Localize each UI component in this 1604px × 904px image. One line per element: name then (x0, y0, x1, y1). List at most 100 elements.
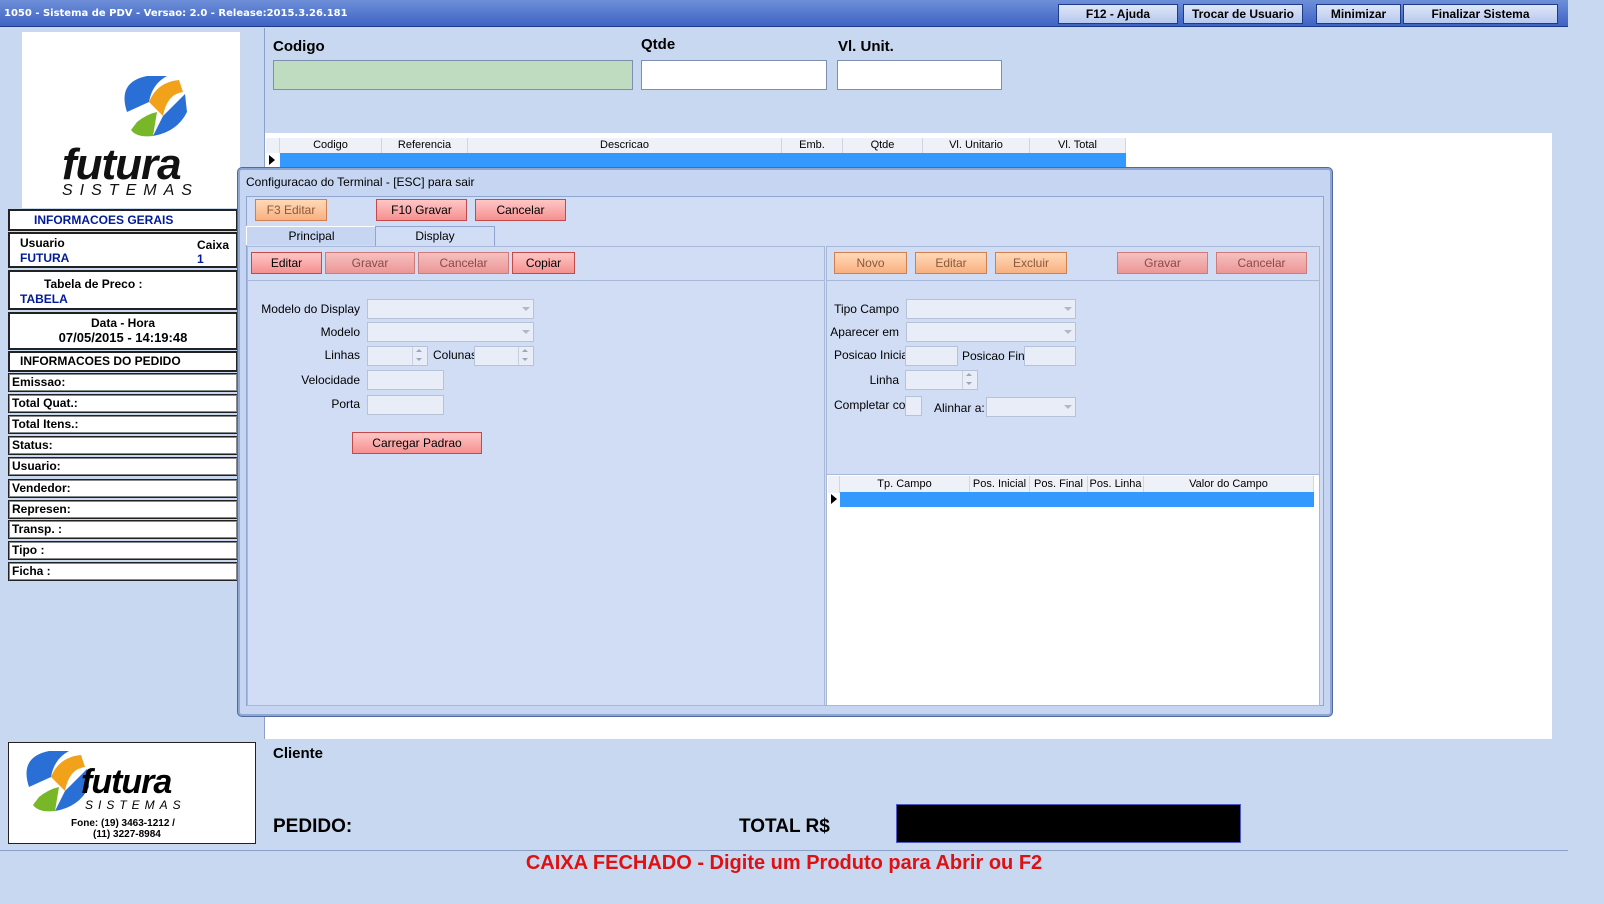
chevron-down-icon (1064, 405, 1072, 409)
fields-grid-header-valor[interactable]: Valor do Campo (1144, 476, 1314, 493)
grid-header-codigo[interactable]: Codigo (280, 138, 382, 153)
caixa-label: Caixa (197, 238, 230, 252)
logo-subtext: SISTEMAS (62, 182, 199, 199)
align-select[interactable] (986, 397, 1076, 417)
status-message: CAIXA FECHADO - Digite um Produto para A… (525, 852, 1043, 874)
spin-arrows-icon[interactable] (412, 347, 427, 365)
app-title: 1050 - Sistema de PDV - Versao: 2.0 - Re… (4, 8, 348, 19)
futura-footer-logo-icon (26, 751, 89, 812)
lines-label: Linhas (324, 348, 360, 362)
codigo-label: Codigo (273, 38, 325, 55)
footer-logo-subtext: SISTEMAS (85, 798, 186, 812)
display-copy-button[interactable]: Copiar (512, 252, 575, 274)
tab-principal[interactable]: Principal (246, 226, 376, 245)
start-pos-input[interactable] (905, 346, 958, 366)
vlunit-input[interactable] (837, 60, 1002, 90)
model-select[interactable] (367, 322, 534, 342)
total-value (896, 804, 1241, 843)
order-info-title: INFORMACOES DO PEDIDO (20, 354, 181, 368)
load-default-button[interactable]: Carregar Padrao (352, 432, 482, 454)
general-info-title: INFORMACOES GERAIS (34, 213, 174, 227)
display-edit-button[interactable]: Editar (251, 252, 322, 274)
appear-in-label: Aparecer em (830, 325, 899, 339)
fields-grid-header-pos-linha[interactable]: Pos. Linha (1088, 476, 1144, 493)
grid-header-vl-unitario[interactable]: Vl. Unitario (923, 138, 1030, 153)
order-row-usuario: Usuario: (8, 457, 238, 476)
fields-grid-selected-row[interactable] (840, 492, 1314, 507)
logo-box: futura SISTEMAS (22, 32, 240, 208)
pedido-label: PEDIDO: (273, 816, 353, 837)
speed-label: Velocidade (301, 373, 360, 387)
tab-display[interactable]: Display (375, 226, 495, 246)
f3-edit-button[interactable]: F3 Editar (255, 199, 327, 221)
fields-grid-header-tp-campo[interactable]: Tp. Campo (840, 476, 970, 493)
f10-save-button[interactable]: F10 Gravar (376, 199, 467, 221)
port-input[interactable] (367, 395, 444, 415)
chevron-down-icon (522, 330, 530, 334)
field-delete-button[interactable]: Excluir (995, 252, 1067, 274)
user-box: Usuario FUTURA Caixa 1 (8, 232, 238, 268)
field-type-select[interactable] (906, 299, 1076, 319)
line-label: Linha (869, 373, 899, 387)
chevron-down-icon (522, 307, 530, 311)
grid-header-emb[interactable]: Emb. (782, 138, 843, 153)
fields-grid-header-pos-inicial[interactable]: Pos. Inicial (970, 476, 1030, 493)
field-type-label: Tipo Campo (834, 302, 899, 316)
footer-phone-1: Fone: (19) 3463-1212 / (71, 818, 175, 829)
row-pointer-icon (831, 494, 837, 504)
complete-with-input[interactable] (905, 396, 922, 416)
order-row-transp: Transp. : (8, 520, 238, 539)
spin-arrows-icon[interactable] (518, 347, 533, 365)
port-label: Porta (331, 397, 360, 411)
dialog-title: Configuracao do Terminal - [ESC] para sa… (246, 175, 475, 189)
price-table-box: Tabela de Preco : TABELA (8, 270, 238, 310)
exit-button[interactable]: Finalizar Sistema (1403, 4, 1558, 24)
display-save-button[interactable]: Gravar (325, 252, 415, 274)
field-cancel-button[interactable]: Cancelar (1216, 252, 1307, 274)
speed-input[interactable] (367, 370, 444, 390)
vlunit-label: Vl. Unit. (838, 38, 894, 55)
general-info-header: INFORMACOES GERAIS (8, 209, 238, 231)
appear-in-select[interactable] (906, 322, 1076, 342)
fields-grid-header-pos-final[interactable]: Pos. Final (1030, 476, 1088, 493)
field-save-button[interactable]: Gravar (1117, 252, 1208, 274)
complete-with-label: Completar com (834, 398, 916, 412)
footer-logo-box: futura SISTEMAS Fone: (19) 3463-1212 / (… (8, 742, 256, 844)
grid-header-referencia[interactable]: Referencia (382, 138, 468, 153)
cliente-label: Cliente (273, 745, 324, 762)
line-stepper[interactable] (905, 370, 978, 390)
end-pos-input[interactable] (1024, 346, 1076, 366)
grid-header-vl-total[interactable]: Vl. Total (1030, 138, 1126, 153)
align-label: Alinhar a: (934, 401, 985, 415)
order-row-tipo: Tipo : (8, 541, 238, 560)
spin-arrows-icon[interactable] (962, 371, 977, 389)
order-row-emissao: Emissao: (8, 373, 238, 392)
columns-stepper[interactable] (474, 346, 534, 366)
user-value: FUTURA (20, 251, 70, 265)
datetime-label: Data - Hora (90, 316, 155, 330)
grid-header-qtde[interactable]: Qtde (843, 138, 923, 153)
order-row-status: Status: (8, 436, 238, 455)
qtde-input[interactable] (641, 60, 827, 90)
display-cancel-button[interactable]: Cancelar (418, 252, 509, 274)
codigo-input[interactable] (273, 60, 633, 90)
help-button[interactable]: F12 - Ajuda (1058, 4, 1178, 24)
chevron-down-icon (1064, 307, 1072, 311)
switch-user-button[interactable]: Trocar de Usuario (1183, 4, 1303, 24)
order-row-total-quat: Total Quat.: (8, 394, 238, 413)
fields-grid-indicator-header (828, 476, 840, 493)
lines-stepper[interactable] (367, 346, 428, 366)
dialog-cancel-button[interactable]: Cancelar (475, 199, 566, 221)
price-table-value: TABELA (20, 292, 68, 306)
order-row-total-itens: Total Itens.: (8, 415, 238, 434)
grid-header-descricao[interactable]: Descricao (468, 138, 782, 153)
minimize-button[interactable]: Minimizar (1316, 4, 1401, 24)
model-label: Modelo (320, 325, 360, 339)
grid-selected-row[interactable] (280, 153, 1126, 168)
display-model-select[interactable] (367, 299, 534, 319)
field-new-button[interactable]: Novo (834, 252, 907, 274)
total-label: TOTAL R$ (739, 816, 830, 837)
fields-grid[interactable] (827, 474, 1319, 705)
field-edit-button[interactable]: Editar (915, 252, 987, 274)
user-label: Usuario (20, 236, 65, 250)
